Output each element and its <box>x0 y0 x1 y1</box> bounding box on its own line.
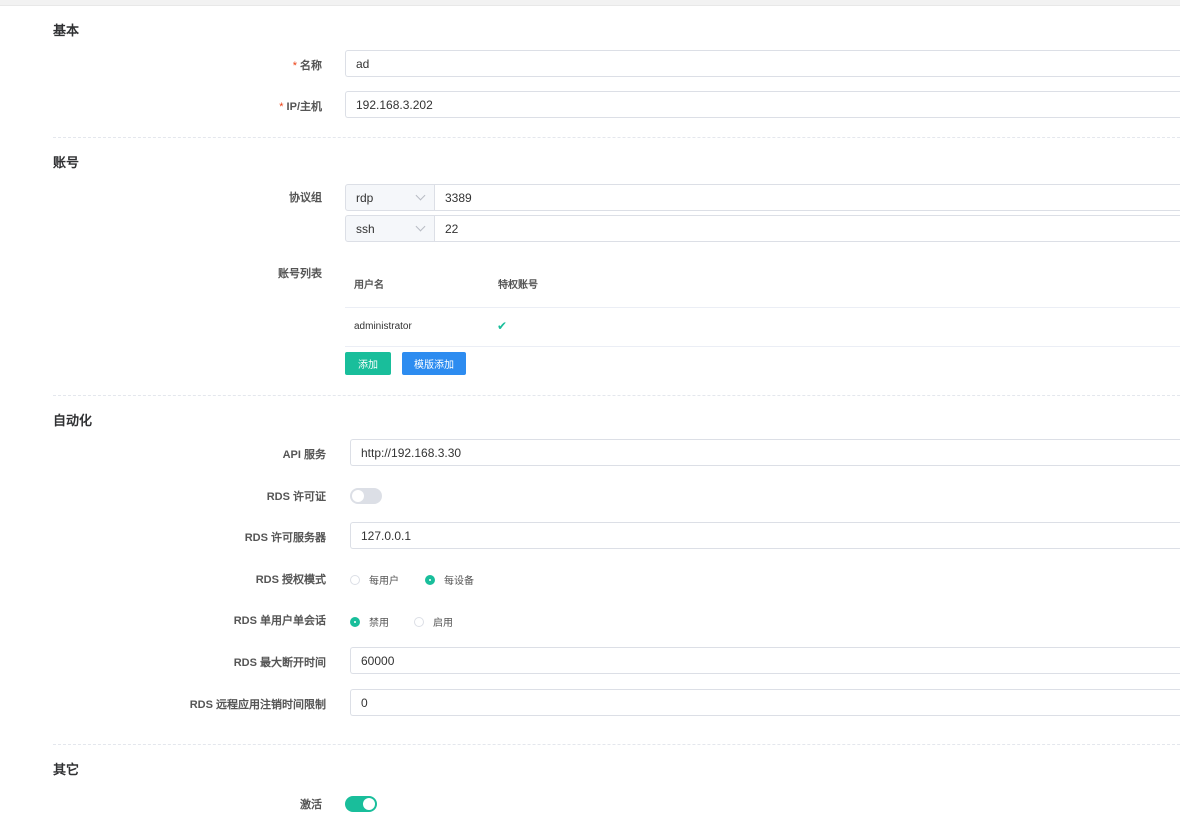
rds-max-disconnect-input[interactable]: 60000 <box>350 647 1180 674</box>
add-account-button[interactable]: 添加 <box>345 352 391 375</box>
column-header-username: 用户名 <box>354 280 384 291</box>
table-row-divider <box>345 346 1180 347</box>
divider <box>53 744 1180 745</box>
required-mark: * <box>292 60 297 72</box>
table-cell-username: administrator <box>354 321 412 332</box>
section-title-other: 其它 <box>53 762 80 777</box>
chevron-down-icon <box>415 190 426 201</box>
rds-single-session-label: RDS 单用户单会话 <box>233 615 326 627</box>
rds-license-label: RDS 许可证 <box>266 491 326 503</box>
active-label: 激活 <box>300 799 322 811</box>
name-label: * 名称 <box>200 57 322 73</box>
chevron-down-icon <box>415 221 426 232</box>
section-title-basic: 基本 <box>53 23 80 38</box>
radio-circle-icon <box>350 574 360 585</box>
host-input[interactable]: 192.168.3.202 <box>345 91 1180 118</box>
divider <box>53 137 1180 138</box>
radio-per-user[interactable]: 每用户 <box>350 572 399 587</box>
radio-circle-icon <box>414 616 424 627</box>
api-service-label: API 服务 <box>282 449 326 461</box>
port-input-rdp[interactable]: 3389 <box>434 184 1180 211</box>
protocol-select-rdp[interactable]: rdp <box>345 184 435 211</box>
toggle-knob <box>352 490 364 502</box>
rds-logoff-limit-input[interactable]: 0 <box>350 689 1180 716</box>
rds-max-disconnect-label: RDS 最大断开时间 <box>233 657 326 669</box>
table-header-divider <box>345 307 1180 308</box>
section-title-account: 账号 <box>53 155 80 170</box>
rds-auth-mode-label: RDS 授权模式 <box>255 574 326 586</box>
radio-per-device[interactable]: 每设备 <box>425 572 474 587</box>
radio-checked-icon <box>350 616 360 627</box>
host-label-text: IP/主机 <box>286 101 322 113</box>
required-mark: * <box>279 101 284 113</box>
template-add-button[interactable]: 模版添加 <box>402 352 466 375</box>
name-label-text: 名称 <box>300 60 322 72</box>
toggle-knob <box>363 798 375 810</box>
radio-enable-label: 启用 <box>433 618 453 629</box>
port-input-ssh[interactable]: 22 <box>434 215 1180 242</box>
radio-disable-label: 禁用 <box>369 618 389 629</box>
divider <box>53 395 1180 396</box>
rds-license-toggle[interactable] <box>350 488 382 504</box>
account-list-label: 账号列表 <box>278 268 322 280</box>
host-label: * IP/主机 <box>200 98 322 114</box>
radio-disable[interactable]: 禁用 <box>350 614 389 629</box>
protocol-select-value: rdp <box>356 190 374 205</box>
api-service-input[interactable]: http://192.168.3.30 <box>350 439 1180 466</box>
rds-logoff-limit-label: RDS 远程应用注销时间限制 <box>189 699 326 711</box>
radio-per-user-label: 每用户 <box>369 576 399 587</box>
protocol-select-value: ssh <box>356 221 375 236</box>
radio-enable[interactable]: 启用 <box>414 614 453 629</box>
top-bar <box>0 0 1180 6</box>
radio-per-device-label: 每设备 <box>444 576 474 587</box>
check-icon: ✔ <box>497 319 508 333</box>
section-title-automation: 自动化 <box>53 413 93 428</box>
radio-checked-icon <box>425 574 435 585</box>
rds-license-server-input[interactable]: 127.0.0.1 <box>350 522 1180 549</box>
active-toggle[interactable] <box>345 796 377 812</box>
rds-license-server-label: RDS 许可服务器 <box>244 532 326 544</box>
protocol-select-ssh[interactable]: ssh <box>345 215 435 242</box>
column-header-privileged: 特权账号 <box>498 280 538 291</box>
name-input[interactable]: ad <box>345 50 1180 77</box>
protocol-group-label: 协议组 <box>289 192 322 204</box>
